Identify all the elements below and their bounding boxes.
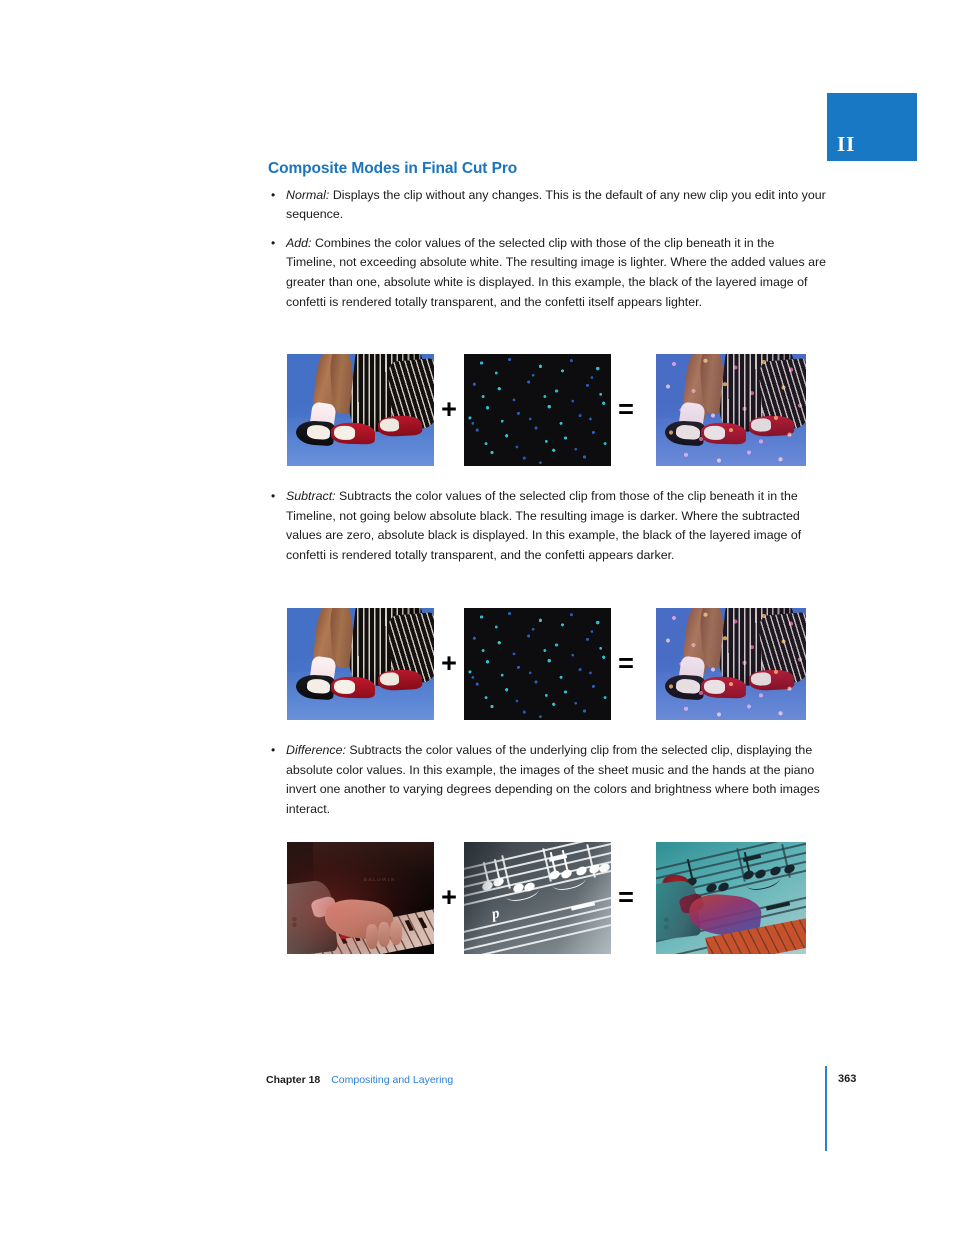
mode-description-add: Combines the color values of the selecte… xyxy=(286,235,826,309)
image-dancing-feet-add xyxy=(287,353,434,466)
list-item-normal: Normal: Displays the clip without any ch… xyxy=(268,186,826,225)
image-sheet-music: p xyxy=(464,841,611,954)
figure-subtract: + = xyxy=(287,607,806,720)
image-result-difference xyxy=(656,841,806,954)
content-column: Composite Modes in Final Cut Pro Normal:… xyxy=(268,160,826,321)
mode-term-normal: Normal: xyxy=(286,187,330,202)
operator-equals-subtract: = xyxy=(618,648,634,678)
content-column-subtract: Subtract: Subtracts the color values of … xyxy=(268,487,826,574)
figure-difference: BALDWIN + xyxy=(287,841,806,954)
operator-plus-subtract: + xyxy=(441,648,457,678)
footer-chapter-title: Compositing and Layering xyxy=(331,1074,454,1086)
list-item-subtract: Subtract: Subtracts the color values of … xyxy=(268,487,826,565)
mode-term-add: Add: xyxy=(286,235,312,250)
footer-chapter-label: Chapter 18 xyxy=(266,1074,321,1086)
image-result-subtract xyxy=(656,607,806,720)
mode-description-difference: Subtracts the color values of the underl… xyxy=(286,743,820,816)
image-confetti-subtract xyxy=(464,607,611,720)
photo-red-shoe-front xyxy=(330,422,376,445)
photo-color-tint xyxy=(656,353,806,466)
operator-equals-difference: = xyxy=(618,882,634,912)
photo-blur-vignette xyxy=(464,841,611,954)
figure-add: + = xyxy=(287,353,806,466)
bullet-list-top: Normal: Displays the clip without any ch… xyxy=(268,186,826,313)
operator-plus-difference: + xyxy=(441,882,457,912)
page-number: 363 xyxy=(838,1073,857,1085)
photo-red-shoe-front xyxy=(330,676,376,699)
photo-confetti-specks-b xyxy=(464,607,611,720)
chapter-tab: II xyxy=(827,93,917,161)
photo-color-tint xyxy=(656,607,806,720)
operator-plus-add: + xyxy=(441,394,457,424)
image-piano-hands: BALDWIN xyxy=(287,841,434,954)
mode-description-normal: Displays the clip without any changes. T… xyxy=(286,187,826,222)
bullet-list-subtract: Subtract: Subtracts the color values of … xyxy=(268,487,826,565)
content-column-difference: Difference: Subtracts the color values o… xyxy=(268,741,826,828)
footer-divider-rule xyxy=(825,1066,827,1151)
list-item-difference: Difference: Subtracts the color values o… xyxy=(268,741,826,819)
photo-inverted-buttons xyxy=(660,915,679,932)
image-result-add xyxy=(656,353,806,466)
bullet-list-difference: Difference: Subtracts the color values o… xyxy=(268,741,826,819)
photo-confetti-specks-b xyxy=(464,353,611,466)
image-confetti-add xyxy=(464,353,611,466)
chapter-tab-numeral: II xyxy=(837,132,856,156)
page-title: Composite Modes in Final Cut Pro xyxy=(268,160,518,177)
footer: Chapter 18 Compositing and Layering xyxy=(266,1073,826,1087)
photo-red-light-wash xyxy=(287,841,434,954)
photo-red-shoe-back xyxy=(377,415,423,438)
operator-equals-add: = xyxy=(618,394,634,424)
image-dancing-feet-subtract xyxy=(287,607,434,720)
mode-term-subtract: Subtract: xyxy=(286,489,336,503)
mode-description-subtract: Subtracts the color values of the select… xyxy=(286,489,802,562)
list-item-add: Add: Combines the color values of the se… xyxy=(268,234,826,312)
photo-red-shoe-back xyxy=(377,669,423,692)
mode-term-difference: Difference: xyxy=(286,743,346,757)
